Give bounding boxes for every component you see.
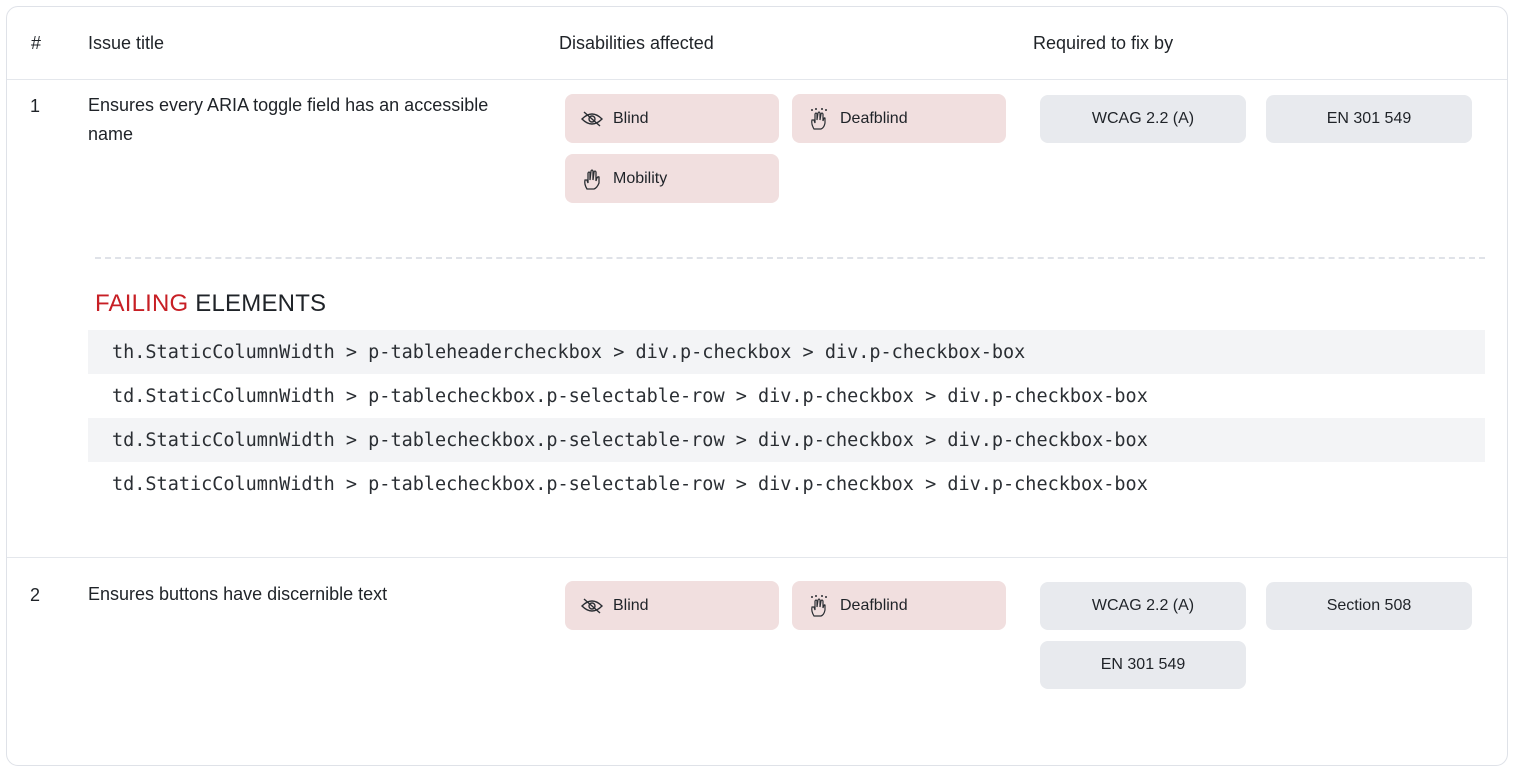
failing-elements-heading: FAILING ELEMENTS — [95, 290, 326, 318]
disability-label: Deafblind — [840, 596, 908, 614]
issue-title[interactable]: Ensures every ARIA toggle field has an a… — [88, 91, 508, 149]
issue-number: 1 — [30, 96, 41, 116]
standard-badge: WCAG 2.2 (A) — [1040, 95, 1246, 143]
disability-label: Mobility — [613, 169, 668, 187]
failing-selector[interactable]: td.StaticColumnWidth > p-tablecheckbox.p… — [88, 462, 1485, 506]
failing-selector[interactable]: td.StaticColumnWidth > p-tablecheckbox.p… — [88, 418, 1485, 462]
table-header-row: # Issue title Disabilities affected Requ… — [7, 7, 1507, 80]
disability-badge-deafblind: Deafblind — [792, 94, 1006, 143]
column-header-issue-title[interactable]: Issue title — [88, 33, 164, 54]
column-header-required-to-fix[interactable]: Required to fix by — [1033, 33, 1173, 54]
standard-badge: EN 301 549 — [1040, 641, 1246, 689]
failing-selector[interactable]: th.StaticColumnWidth > p-tableheaderchec… — [88, 330, 1485, 374]
disability-label: Blind — [613, 596, 649, 614]
braille-hand-icon — [806, 106, 832, 132]
standard-badge: Section 508 — [1266, 582, 1472, 630]
elements-label: ELEMENTS — [188, 290, 327, 317]
disability-label: Blind — [613, 109, 649, 127]
issue-title[interactable]: Ensures buttons have discernible text — [88, 580, 508, 609]
disability-label: Deafblind — [840, 109, 908, 127]
eye-slash-icon — [579, 593, 605, 619]
issue-number: 2 — [30, 585, 41, 605]
disability-badge-mobility: Mobility — [565, 154, 779, 203]
disability-badge-blind: Blind — [565, 581, 779, 630]
braille-hand-icon — [806, 593, 832, 619]
disability-badge-blind: Blind — [565, 94, 779, 143]
failing-label: FAILING — [95, 290, 189, 317]
issues-table-card: # Issue title Disabilities affected Requ… — [6, 6, 1508, 766]
eye-slash-icon — [579, 106, 605, 132]
column-header-disabilities[interactable]: Disabilities affected — [559, 33, 714, 54]
column-header-number: # — [31, 33, 42, 53]
hand-icon — [579, 166, 605, 192]
row-divider — [7, 557, 1507, 558]
disability-badge-deafblind: Deafblind — [792, 581, 1006, 630]
standard-badge: WCAG 2.2 (A) — [1040, 582, 1246, 630]
dashed-divider — [95, 257, 1485, 259]
failing-selector[interactable]: td.StaticColumnWidth > p-tablecheckbox.p… — [88, 374, 1485, 418]
standard-badge: EN 301 549 — [1266, 95, 1472, 143]
